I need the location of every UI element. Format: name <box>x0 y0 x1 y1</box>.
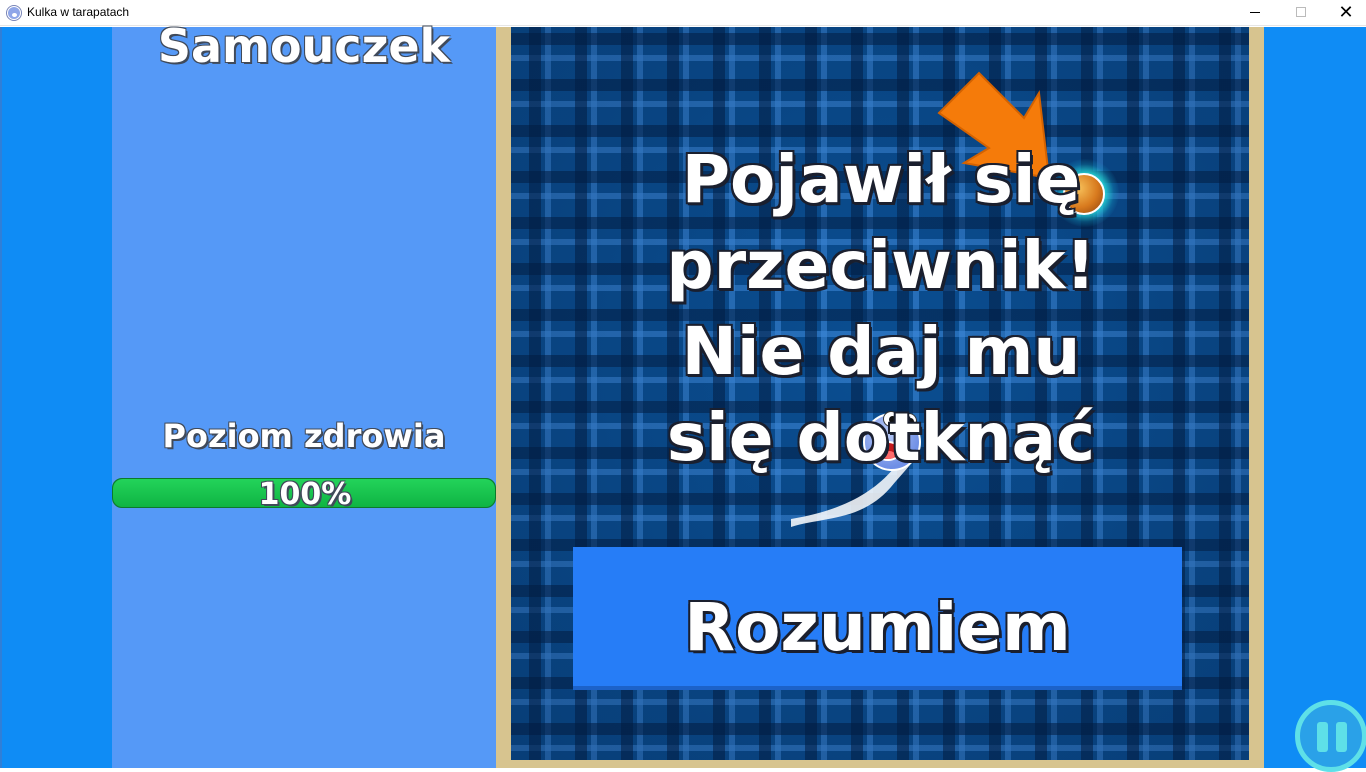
maximize-button[interactable] <box>1278 0 1324 26</box>
message-line: Pojawił się <box>681 141 1081 218</box>
tutorial-message: Pojawił się przeciwnik! Nie daj mu się d… <box>621 137 1141 481</box>
app-icon <box>6 5 22 21</box>
minimize-icon <box>1250 12 1260 13</box>
game-board: Pojawił się przeciwnik! Nie daj mu się d… <box>511 27 1249 760</box>
panel-title: Samouczek <box>157 19 451 73</box>
minimize-button[interactable] <box>1232 0 1278 26</box>
understand-button-label: Rozumiem <box>684 589 1071 666</box>
health-label: Poziom zdrowia <box>162 417 446 455</box>
understand-button[interactable]: Rozumiem <box>573 547 1182 690</box>
close-icon: ✕ <box>1338 2 1354 23</box>
message-line: Nie daj mu <box>681 313 1081 390</box>
game-window: Kulka w tarapatach ✕ Samouczek Poziom zd… <box>0 0 1366 772</box>
pause-icon <box>1317 722 1328 752</box>
message-line: się dotknąć <box>666 399 1096 476</box>
maximize-icon <box>1296 7 1306 17</box>
window-title: Kulka w tarapatach <box>27 5 130 19</box>
sidebar-panel: Samouczek Poziom zdrowia 100% <box>112 19 496 768</box>
close-button[interactable]: ✕ <box>1323 0 1366 26</box>
health-value: 100% <box>258 478 352 508</box>
health-bar: 100% <box>112 478 496 508</box>
board-frame: Pojawił się przeciwnik! Nie daj mu się d… <box>496 27 1264 768</box>
pause-button[interactable] <box>1295 700 1366 772</box>
game-area: Samouczek Poziom zdrowia 100% Pojawił si… <box>0 19 1366 772</box>
message-line: przeciwnik! <box>666 227 1096 304</box>
